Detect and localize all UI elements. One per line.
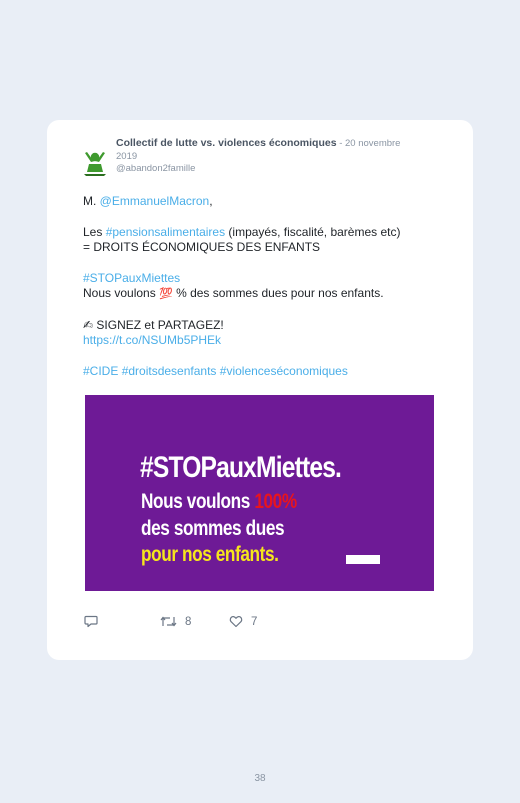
retweet-count: 8 [185, 615, 192, 628]
text: % des sommes dues pour nos enfants. [172, 286, 384, 300]
like-count: 7 [251, 615, 258, 628]
like-button[interactable]: 7 [229, 615, 257, 628]
tweet-paragraph-pensions: Les #pensionsalimentaires (impayés, fisc… [83, 225, 453, 256]
text: Nous voulons [141, 490, 255, 513]
image-line: pour nos enfants. [141, 543, 279, 566]
heart-icon [229, 615, 243, 628]
author-handle[interactable]: @abandon2famille [116, 163, 195, 174]
tweet-paragraph-sign: ✍ SIGNEZ et PARTAGEZ! https://t.co/NSUMb… [83, 318, 453, 349]
retweet-button[interactable]: 8 [160, 615, 191, 628]
text: , [209, 194, 213, 208]
tweet-paragraph-stop: #STOPauxMiettes Nous voulons 💯 % des som… [83, 271, 453, 303]
page-number: 38 [254, 773, 266, 784]
image-line: des sommes dues [141, 517, 285, 540]
text: Nous voulons [83, 286, 160, 300]
hashtag-link[interactable]: #CIDE [83, 364, 118, 378]
avatar[interactable] [82, 150, 108, 176]
tweet-meta: Collectif de lutte vs. violences économi… [116, 137, 416, 176]
tweet-paragraph-hashtags: #CIDE #droitsdesenfants #violenceséconom… [83, 364, 453, 380]
hashtag-link[interactable]: #pensionsalimentaires [106, 225, 225, 239]
tweet-card: Collectif de lutte vs. violences économi… [47, 120, 473, 660]
tweet-line-mention: M. @EmmanuelMacron, [83, 194, 453, 210]
text: M. [83, 194, 100, 208]
reply-button[interactable] [84, 615, 98, 628]
image-headline: #STOPauxMiettes. [140, 451, 342, 484]
highlight-text: 100% [254, 490, 297, 513]
mention-link[interactable]: @EmmanuelMacron [100, 194, 210, 208]
page: Collectif de lutte vs. violences économi… [0, 0, 520, 803]
hashtag-link[interactable]: #droitsdesenfants [122, 364, 217, 378]
hundred-emoji: 💯 [159, 288, 173, 300]
text: Les [83, 224, 106, 239]
image-logo [346, 555, 380, 564]
writing-hand-emoji: ✍ [83, 317, 94, 332]
tweet-actions: 8 7 [84, 615, 464, 635]
meta-separator: - [336, 138, 346, 149]
hashtag-link[interactable]: #violenceséconomiques [220, 364, 348, 378]
author-name[interactable]: Collectif de lutte vs. violences économi… [116, 137, 337, 149]
image-line: Nous voulons 100% [141, 490, 297, 514]
text: = DROITS ÉCONOMIQUES DES ENFANTS [83, 240, 321, 254]
reply-icon [84, 615, 98, 628]
text: (impayés, fiscalité, barèmes etc) [225, 224, 401, 239]
text: SIGNEZ et PARTAGEZ! [93, 317, 224, 332]
short-url-link[interactable]: https://t.co/NSUMb5PHEk [83, 333, 221, 347]
tweet-body: M. @EmmanuelMacron, Les #pensionsaliment… [83, 194, 453, 379]
tweet-media-image[interactable]: #STOPauxMiettes. Nous voulons 100% des s… [85, 395, 434, 591]
retweet-icon [160, 616, 177, 627]
hashtag-link[interactable]: #STOPauxMiettes [83, 271, 180, 285]
